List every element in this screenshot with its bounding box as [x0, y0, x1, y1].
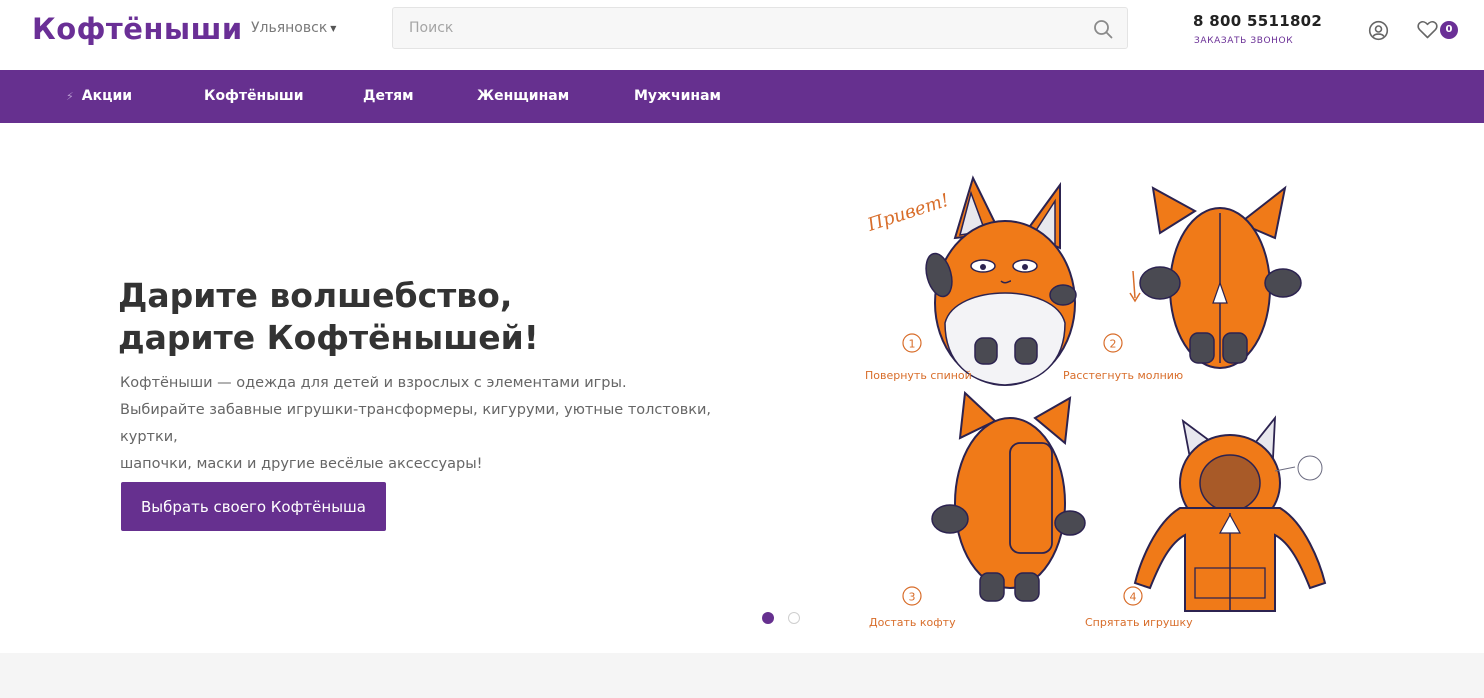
hero-slider: Дарите волшебство, дарите Кофтёнышей! Ко… [0, 123, 1484, 653]
hero-desc-line3: шапочки, маски и другие весёлые аксессуа… [120, 456, 483, 472]
hero-desc-line1: Кофтёныши — одежда для детей и взрослых … [120, 375, 627, 391]
step-1-label: Повернуть спиной [865, 369, 972, 382]
slider-dot-1[interactable] [762, 612, 774, 624]
nav-item-men[interactable]: Мужчинам [634, 70, 721, 123]
search-icon[interactable] [1093, 19, 1113, 39]
hero-desc-line2: Выбирайте забавные игрушки-трансформеры,… [120, 402, 712, 445]
nav-item-koftenyshi[interactable]: Кофтёныши [204, 70, 304, 123]
choose-koftenysh-button[interactable]: Выбрать своего Кофтёныша [121, 482, 386, 531]
city-selector[interactable]: Ульяновск ▼ [251, 20, 336, 36]
fox-transform-illustration: Привет! 1 2 3 4 Повернуть спиной Расстег… [855, 163, 1335, 643]
city-label: Ульяновск [251, 20, 328, 36]
hero-title-line1: Дарите волшебство, [118, 276, 513, 315]
favorites-button[interactable]: 0 [1417, 19, 1461, 41]
step-1-number: 1 [909, 338, 916, 351]
main-navigation: ⚡ Акции Кофтёныши Детям Женщинам Мужчинам [0, 70, 1484, 123]
nav-item-kids[interactable]: Детям [363, 70, 414, 123]
hero-title: Дарите волшебство, дарите Кофтёнышей! [118, 275, 678, 359]
bolt-icon: ⚡ [66, 90, 74, 103]
callback-link[interactable]: ЗАКАЗАТЬ ЗВОНОК [1194, 36, 1293, 46]
step-4-label: Спрятать игрушку [1085, 616, 1193, 629]
site-logo[interactable]: Кофтёныши [32, 12, 243, 46]
caret-down-icon: ▼ [330, 23, 337, 33]
nav-item-women[interactable]: Женщинам [477, 70, 569, 123]
fox-hoodie-figure [1133, 415, 1327, 612]
slider-dot-2[interactable] [788, 612, 800, 624]
search-input[interactable] [393, 8, 1127, 48]
hero-description: Кофтёныши — одежда для детей и взрослых … [120, 370, 770, 478]
step-2-number: 2 [1110, 338, 1117, 351]
phone-number[interactable]: 8 800 5511802 [1193, 12, 1322, 30]
site-header: Кофтёныши Ульяновск▼ 8 800 5511802 ЗАКАЗ… [0, 0, 1484, 70]
nav-item-label: Акции [81, 88, 133, 104]
step-4-number: 4 [1130, 591, 1137, 604]
fox-steps-drawing: Привет! 1 2 3 4 [864, 175, 1327, 612]
heart-icon [1417, 21, 1438, 39]
greeting-text: Привет! [864, 190, 952, 236]
hero-title-line2: дарите Кофтёнышей! [118, 318, 539, 357]
user-icon[interactable] [1368, 20, 1389, 41]
search-box [392, 7, 1128, 49]
fox-unzipped-figure [931, 390, 1086, 602]
step-2-label: Расстегнуть молнию [1063, 369, 1184, 382]
section-divider-band [0, 653, 1484, 698]
nav-item-promotions[interactable]: ⚡ Акции [66, 70, 132, 123]
favorites-count-badge: 0 [1440, 21, 1458, 39]
step-3-number: 3 [909, 591, 916, 604]
fox-back-figure [1129, 185, 1302, 369]
step-3-label: Достать кофту [869, 616, 956, 629]
